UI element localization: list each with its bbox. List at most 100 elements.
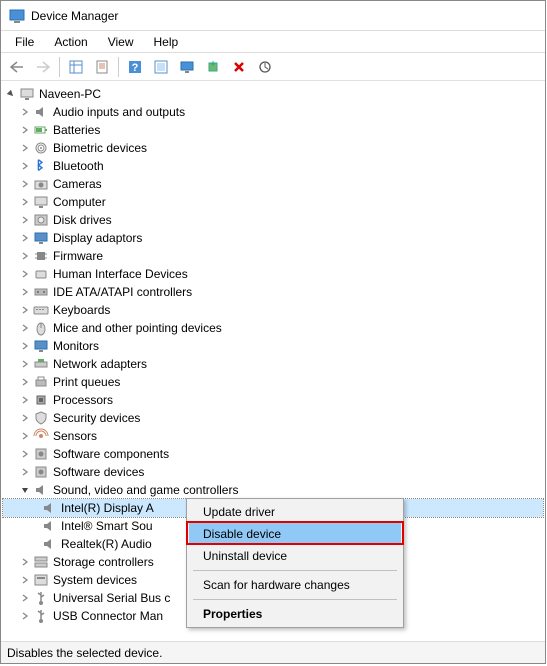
expand-arrow-icon[interactable] — [19, 232, 31, 244]
menu-help[interactable]: Help — [144, 33, 189, 51]
tree-category-label: Software devices — [53, 463, 144, 481]
network-icon — [33, 356, 49, 372]
camera-icon — [33, 176, 49, 192]
tree-category[interactable]: Sensors — [3, 427, 543, 445]
tree-category[interactable]: Batteries — [3, 121, 543, 139]
tree-category[interactable]: Monitors — [3, 337, 543, 355]
ctx-update-driver[interactable]: Update driver — [189, 501, 401, 523]
tree-category[interactable]: Cameras — [3, 175, 543, 193]
tree-category[interactable]: IDE ATA/ATAPI controllers — [3, 283, 543, 301]
expand-arrow-icon[interactable] — [19, 124, 31, 136]
tree-device-label: Realtek(R) Audio — [61, 535, 152, 553]
scan-button[interactable] — [253, 56, 277, 78]
tree-category-label: Cameras — [53, 175, 102, 193]
expand-arrow-icon[interactable] — [19, 412, 31, 424]
expand-arrow-icon[interactable] — [19, 574, 31, 586]
expand-arrow-icon[interactable] — [19, 358, 31, 370]
expand-arrow-icon[interactable] — [19, 250, 31, 262]
tree-category[interactable]: Keyboards — [3, 301, 543, 319]
software-icon — [33, 446, 49, 462]
toolbar: ? — [1, 53, 545, 81]
toolbar-separator — [59, 57, 60, 77]
expand-arrow-icon[interactable] — [19, 196, 31, 208]
tree-root-label: Naveen-PC — [39, 85, 101, 103]
expand-arrow-icon[interactable] — [19, 556, 31, 568]
ctx-scan-hardware[interactable]: Scan for hardware changes — [189, 574, 401, 596]
tree-category-label: Computer — [53, 193, 106, 211]
bluetooth-icon — [33, 158, 49, 174]
expand-arrow-icon[interactable] — [19, 340, 31, 352]
tree-category-label: Bluetooth — [53, 157, 104, 175]
security-icon — [33, 410, 49, 426]
monitor-toolbar-button[interactable] — [175, 56, 199, 78]
status-text: Disables the selected device. — [7, 646, 162, 660]
tree-category[interactable]: Display adaptors — [3, 229, 543, 247]
expand-arrow-icon[interactable] — [19, 142, 31, 154]
hid-icon — [33, 266, 49, 282]
tree-category[interactable]: Computer — [3, 193, 543, 211]
mouse-icon — [33, 320, 49, 336]
menubar: File Action View Help — [1, 31, 545, 53]
remove-button[interactable] — [227, 56, 251, 78]
back-button[interactable] — [5, 56, 29, 78]
collapse-arrow-icon[interactable] — [19, 484, 31, 496]
menu-file[interactable]: File — [5, 33, 44, 51]
expand-arrow-icon[interactable] — [19, 106, 31, 118]
disk-icon — [33, 212, 49, 228]
tree-device-label: Intel® Smart Sou — [61, 517, 153, 535]
ctx-separator — [193, 599, 397, 600]
refresh-button[interactable] — [149, 56, 173, 78]
toolbar-separator — [118, 57, 119, 77]
tree-category[interactable]: Bluetooth — [3, 157, 543, 175]
ctx-disable-device[interactable]: Disable device — [189, 523, 401, 545]
forward-button[interactable] — [31, 56, 55, 78]
properties-button[interactable] — [90, 56, 114, 78]
expand-arrow-icon[interactable] — [19, 466, 31, 478]
tree-category-label: Batteries — [53, 121, 100, 139]
expand-arrow-icon[interactable] — [19, 448, 31, 460]
tree-category[interactable]: Disk drives — [3, 211, 543, 229]
expand-arrow-icon[interactable] — [19, 214, 31, 226]
tree-category-label: Monitors — [53, 337, 99, 355]
expand-arrow-icon[interactable] — [19, 304, 31, 316]
tree-category[interactable]: Software devices — [3, 463, 543, 481]
expand-arrow-icon[interactable] — [19, 160, 31, 172]
install-button[interactable] — [201, 56, 225, 78]
tree-category[interactable]: Audio inputs and outputs — [3, 103, 543, 121]
menu-action[interactable]: Action — [44, 33, 97, 51]
tree-category-expanded[interactable]: Sound, video and game controllers — [3, 481, 543, 499]
tree-category-label: Keyboards — [53, 301, 110, 319]
expand-arrow-icon[interactable] — [19, 430, 31, 442]
tree-category[interactable]: Security devices — [3, 409, 543, 427]
help-button[interactable]: ? — [123, 56, 147, 78]
expand-arrow-icon[interactable] — [19, 268, 31, 280]
speaker-icon — [33, 104, 49, 120]
expand-arrow-icon[interactable] — [19, 592, 31, 604]
tree-category[interactable]: Firmware — [3, 247, 543, 265]
tree-root[interactable]: Naveen-PC — [3, 85, 543, 103]
printer-icon — [33, 374, 49, 390]
expand-arrow-icon[interactable] — [19, 322, 31, 334]
tree-category[interactable]: Print queues — [3, 373, 543, 391]
tree-category[interactable]: Biometric devices — [3, 139, 543, 157]
expand-arrow-icon[interactable] — [19, 178, 31, 190]
expand-arrow-icon[interactable] — [19, 376, 31, 388]
tree-category[interactable]: Processors — [3, 391, 543, 409]
tree-category[interactable]: Software components — [3, 445, 543, 463]
ctx-uninstall-device[interactable]: Uninstall device — [189, 545, 401, 567]
statusbar: Disables the selected device. — [1, 641, 545, 663]
tree-category[interactable]: Human Interface Devices — [3, 265, 543, 283]
tree-category[interactable]: Mice and other pointing devices — [3, 319, 543, 337]
expand-arrow-icon[interactable] — [19, 286, 31, 298]
menu-view[interactable]: View — [98, 33, 144, 51]
computer-icon — [19, 86, 35, 102]
tree-category[interactable]: Network adapters — [3, 355, 543, 373]
tree-category-label: Disk drives — [53, 211, 112, 229]
collapse-arrow-icon[interactable] — [5, 88, 17, 100]
expand-arrow-icon[interactable] — [19, 394, 31, 406]
expand-arrow-icon[interactable] — [19, 610, 31, 622]
ctx-properties[interactable]: Properties — [189, 603, 401, 625]
view-options-button[interactable] — [64, 56, 88, 78]
keyboard-icon — [33, 302, 49, 318]
tree-category-label: Print queues — [53, 373, 120, 391]
